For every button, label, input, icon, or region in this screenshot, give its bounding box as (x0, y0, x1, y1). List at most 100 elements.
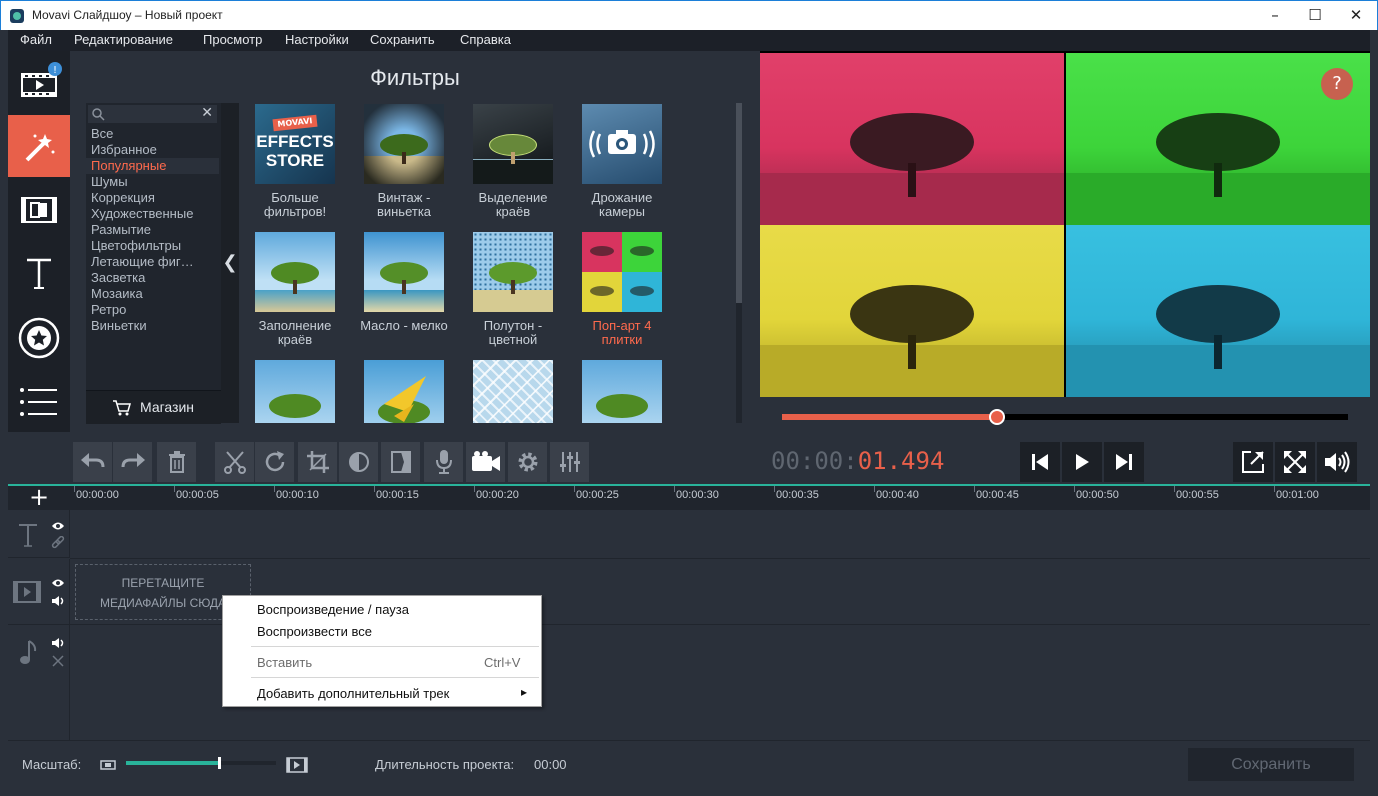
status-bar: Масштаб: Длительность проекта: 00:00 Сох… (8, 740, 1370, 788)
preview-quadrant-pink (760, 53, 1064, 225)
zoom-slider[interactable] (126, 757, 276, 769)
clear-search-icon[interactable]: ✕ (201, 105, 213, 121)
category-flying-objects[interactable]: Летающие фиг… (91, 254, 217, 270)
tile-label: Дрожание камеры (591, 190, 653, 219)
crop-button[interactable] (298, 442, 337, 482)
color-adjust-button[interactable] (339, 442, 378, 482)
category-light-leaks[interactable]: Засветка (91, 270, 217, 286)
category-artistic[interactable]: Художественные (91, 206, 217, 222)
minimize-button[interactable]: – (1254, 1, 1296, 30)
menu-file[interactable]: Файл (20, 32, 52, 47)
help-button[interactable]: ? (1321, 68, 1353, 100)
category-color-filters[interactable]: Цветофильтры (91, 238, 217, 254)
search-input[interactable] (108, 106, 196, 122)
play-button[interactable] (1062, 442, 1102, 482)
sidebar-stickers-button[interactable] (8, 307, 70, 369)
timeline-ruler[interactable]: + 00:00:00 00:00:05 00:00:10 00:00:15 00… (8, 485, 1370, 510)
filter-tile[interactable] (582, 360, 678, 423)
category-mosaic[interactable]: Мозаика (91, 286, 217, 302)
sidebar-filters-button[interactable] (8, 115, 70, 177)
undo-button[interactable] (73, 442, 112, 482)
menu-item-play-all[interactable]: Воспроизвести все (257, 624, 372, 639)
redo-button[interactable] (113, 442, 152, 482)
scrollbar-thumb[interactable] (736, 103, 742, 303)
camera-thumbnail (582, 104, 662, 184)
video-camera-icon (471, 451, 500, 471)
unlink-icon[interactable] (51, 654, 65, 668)
category-retro[interactable]: Ретро (91, 302, 217, 318)
sidebar-titles-button[interactable] (8, 243, 70, 305)
delete-button[interactable] (157, 442, 196, 482)
category-correction[interactable]: Коррекция (91, 190, 217, 206)
maximize-button[interactable]: ☐ (1294, 1, 1336, 30)
menu-view[interactable]: Просмотр (203, 32, 262, 47)
ruler-tick: 00:00:35 (776, 489, 819, 501)
zoom-in-icon[interactable] (286, 757, 308, 773)
text-track[interactable] (70, 510, 1370, 559)
filter-search-field[interactable]: ✕ (88, 105, 217, 123)
fullscreen-button[interactable] (1275, 442, 1315, 482)
duration-value: 00:00 (534, 757, 567, 772)
add-track-button[interactable]: + (8, 485, 70, 510)
speaker-icon[interactable] (51, 595, 65, 607)
zoom-out-icon[interactable] (100, 759, 116, 771)
sidebar-transitions-button[interactable] (8, 179, 70, 241)
save-button[interactable]: Сохранить (1188, 748, 1354, 781)
volume-button[interactable] (1317, 442, 1357, 482)
svg-text:!: ! (53, 65, 57, 76)
zoom-slider-handle[interactable] (218, 757, 221, 769)
preview-quadrant-yellow (760, 225, 1064, 397)
filter-tile[interactable] (473, 360, 569, 423)
menu-edit[interactable]: Редактирование (74, 32, 173, 47)
ruler-tick: 00:00:05 (176, 489, 219, 501)
link-icon[interactable] (51, 536, 65, 550)
progress-fill (782, 414, 998, 420)
filter-tile[interactable] (255, 360, 351, 423)
shop-button[interactable]: Магазин (86, 390, 221, 424)
category-favorites[interactable]: Избранное (91, 142, 217, 158)
collapse-panel-button[interactable]: ❮ (221, 103, 239, 423)
close-window-button[interactable]: ✕ (1335, 1, 1377, 30)
eye-icon[interactable] (51, 521, 65, 531)
menu-help[interactable]: Справка (460, 32, 511, 47)
category-popular[interactable]: Популярные (86, 158, 219, 174)
category-all[interactable]: Все (91, 126, 217, 142)
menu-save[interactable]: Сохранить (370, 32, 435, 47)
menu-settings[interactable]: Настройки (285, 32, 349, 47)
category-vignettes[interactable]: Виньетки (91, 318, 217, 334)
clip-settings-button[interactable] (508, 442, 547, 482)
playback-progress (760, 397, 1370, 438)
menu-item-play-pause[interactable]: Воспроизведение / пауза (257, 602, 409, 617)
sidebar-more-button[interactable] (8, 371, 70, 433)
video-track-icon (13, 581, 41, 603)
speaker-icon[interactable] (51, 637, 65, 649)
cut-button[interactable] (215, 442, 254, 482)
tile-label: Заполнение краёв (258, 318, 332, 347)
previous-button[interactable] (1020, 442, 1060, 482)
filters-panel: Фильтры ✕ Все Избранное Популярные Шумы … (70, 51, 760, 438)
filters-scrollbar[interactable] (736, 103, 742, 423)
trash-icon (168, 451, 185, 473)
gear-icon (518, 452, 537, 472)
ruler-tick: 00:00:55 (1176, 489, 1219, 501)
record-audio-button[interactable] (424, 442, 463, 482)
progress-track[interactable] (782, 409, 1348, 425)
transition-wizard-button[interactable] (381, 442, 420, 482)
tile-label: Масло - мелко (360, 318, 448, 333)
progress-handle[interactable] (989, 409, 1006, 425)
sidebar-import-button[interactable]: ! (8, 51, 70, 113)
filter-tile[interactable] (364, 360, 460, 423)
next-button[interactable] (1104, 442, 1144, 482)
category-noise[interactable]: Шумы (91, 174, 217, 190)
category-blur[interactable]: Размытие (91, 222, 217, 238)
menu-item-paste[interactable]: Вставить (257, 655, 312, 670)
equalizer-button[interactable] (550, 442, 589, 482)
record-video-button[interactable] (466, 442, 505, 482)
menu-item-add-track[interactable]: Добавить дополнительный трек (257, 686, 449, 701)
detach-preview-button[interactable] (1233, 442, 1273, 482)
eye-icon[interactable] (51, 578, 65, 588)
rotate-button[interactable] (255, 442, 294, 482)
preview-window (760, 51, 1370, 397)
menu-separator (251, 677, 539, 678)
shop-label: Магазин (140, 399, 195, 415)
